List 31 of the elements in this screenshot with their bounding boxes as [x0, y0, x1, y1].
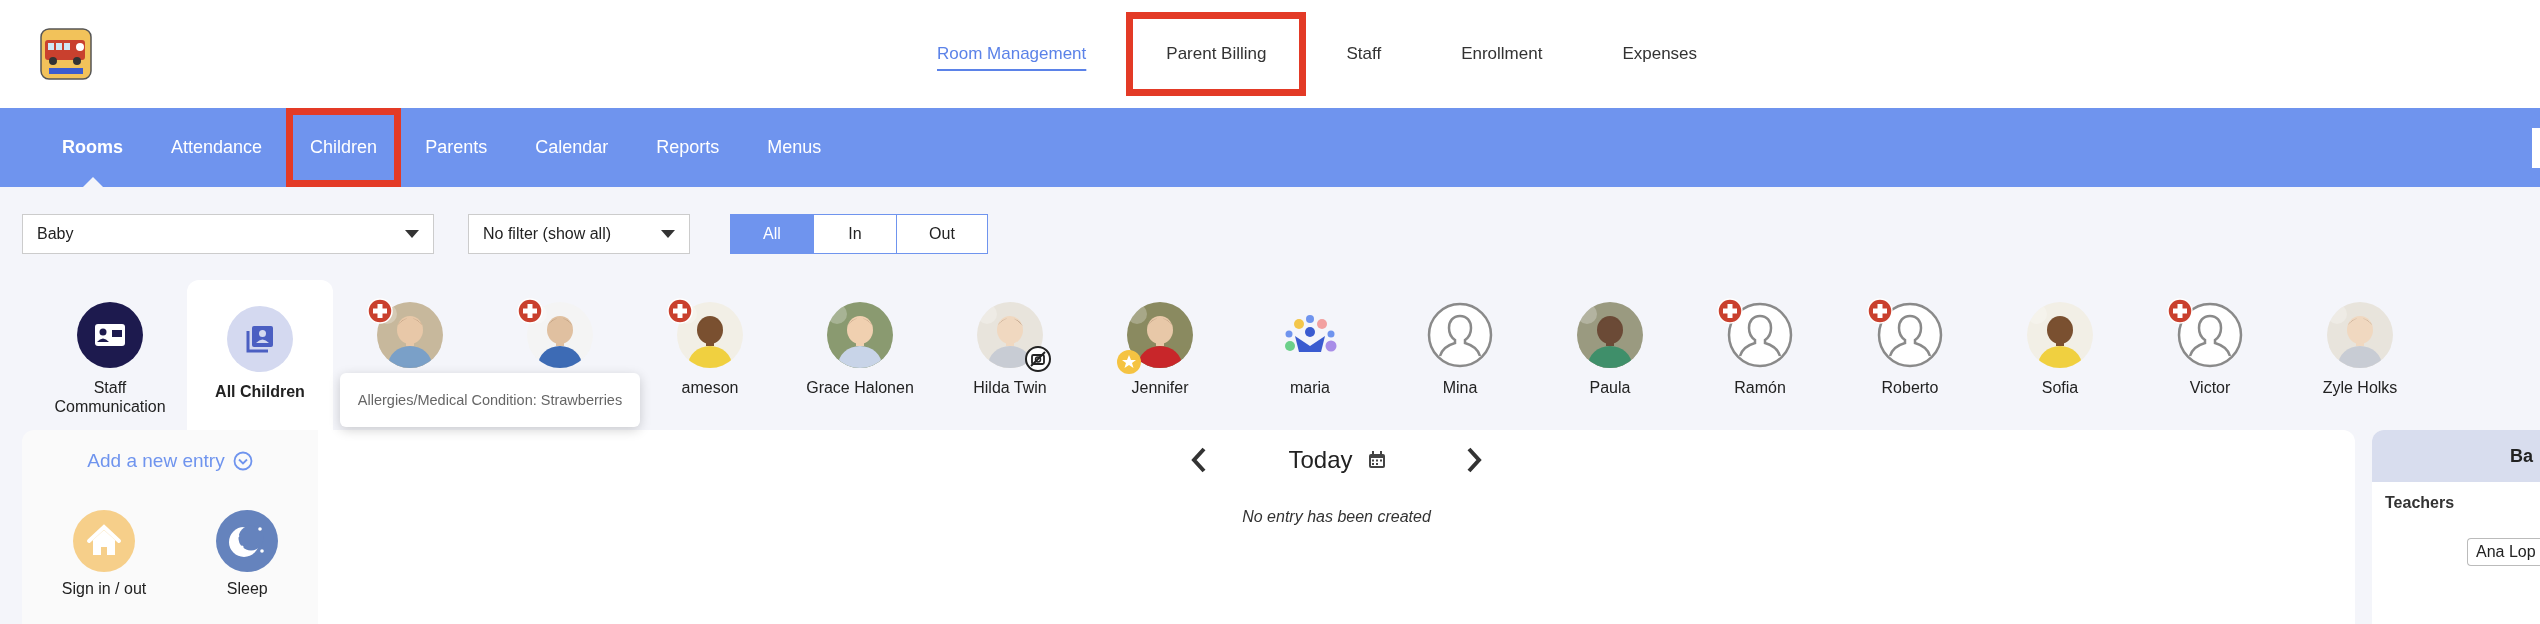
child-tab[interactable]: Staff Communication — [45, 280, 175, 416]
nav-tab[interactable]: Enrollment — [1421, 12, 1583, 96]
nav-tab[interactable]: Expenses — [1582, 12, 1738, 96]
child-tab[interactable]: Mina — [1395, 280, 1525, 397]
segment-button[interactable]: In — [814, 214, 897, 253]
child-tab[interactable]: Sofia — [1995, 280, 2125, 397]
child-tab[interactable]: Hilda Twin — [945, 280, 1075, 397]
child-tab[interactable]: Grace Halonen — [795, 280, 925, 397]
segment-button[interactable]: Out — [897, 214, 987, 253]
entry-type-label[interactable]: Sleep — [226, 580, 268, 598]
child-tab[interactable]: Paula — [1545, 280, 1675, 397]
child-tab[interactable]: Roberto — [1845, 280, 1975, 397]
entry-type-label[interactable]: Sign in / out — [61, 580, 147, 598]
room-dropdown[interactable]: Baby — [22, 213, 434, 254]
child-tab[interactable]: maria — [1245, 280, 1375, 397]
nav-tab[interactable]: Staff — [1306, 12, 1422, 96]
filter-dropdown[interactable]: No filter (show all) — [468, 213, 690, 254]
child-tab[interactable]: Victor — [2145, 280, 2275, 397]
child-tab[interactable]: ameson — [645, 280, 775, 397]
panel-title: Ba — [2510, 445, 2533, 467]
child-tab[interactable]: Jennifer — [1095, 280, 1225, 397]
child-tab[interactable]: Zyle Holks — [2295, 280, 2425, 397]
date-label: Today — [1288, 446, 1353, 474]
empty-message: No entry has been created — [1242, 508, 1431, 526]
nav-tab[interactable]: Room Management — [897, 12, 1127, 96]
section-label: Teachers — [2384, 493, 2456, 512]
teacher-dropdown[interactable]: Ana Lop — [2467, 538, 2540, 566]
child-tab[interactable]: All Children — [187, 280, 333, 430]
tooltip: Allergies/Medical Condition: Strawberries — [340, 373, 640, 427]
nav-tab[interactable]: Parent Billing — [1126, 12, 1307, 96]
child-tab[interactable]: Ramón — [1695, 280, 1825, 397]
